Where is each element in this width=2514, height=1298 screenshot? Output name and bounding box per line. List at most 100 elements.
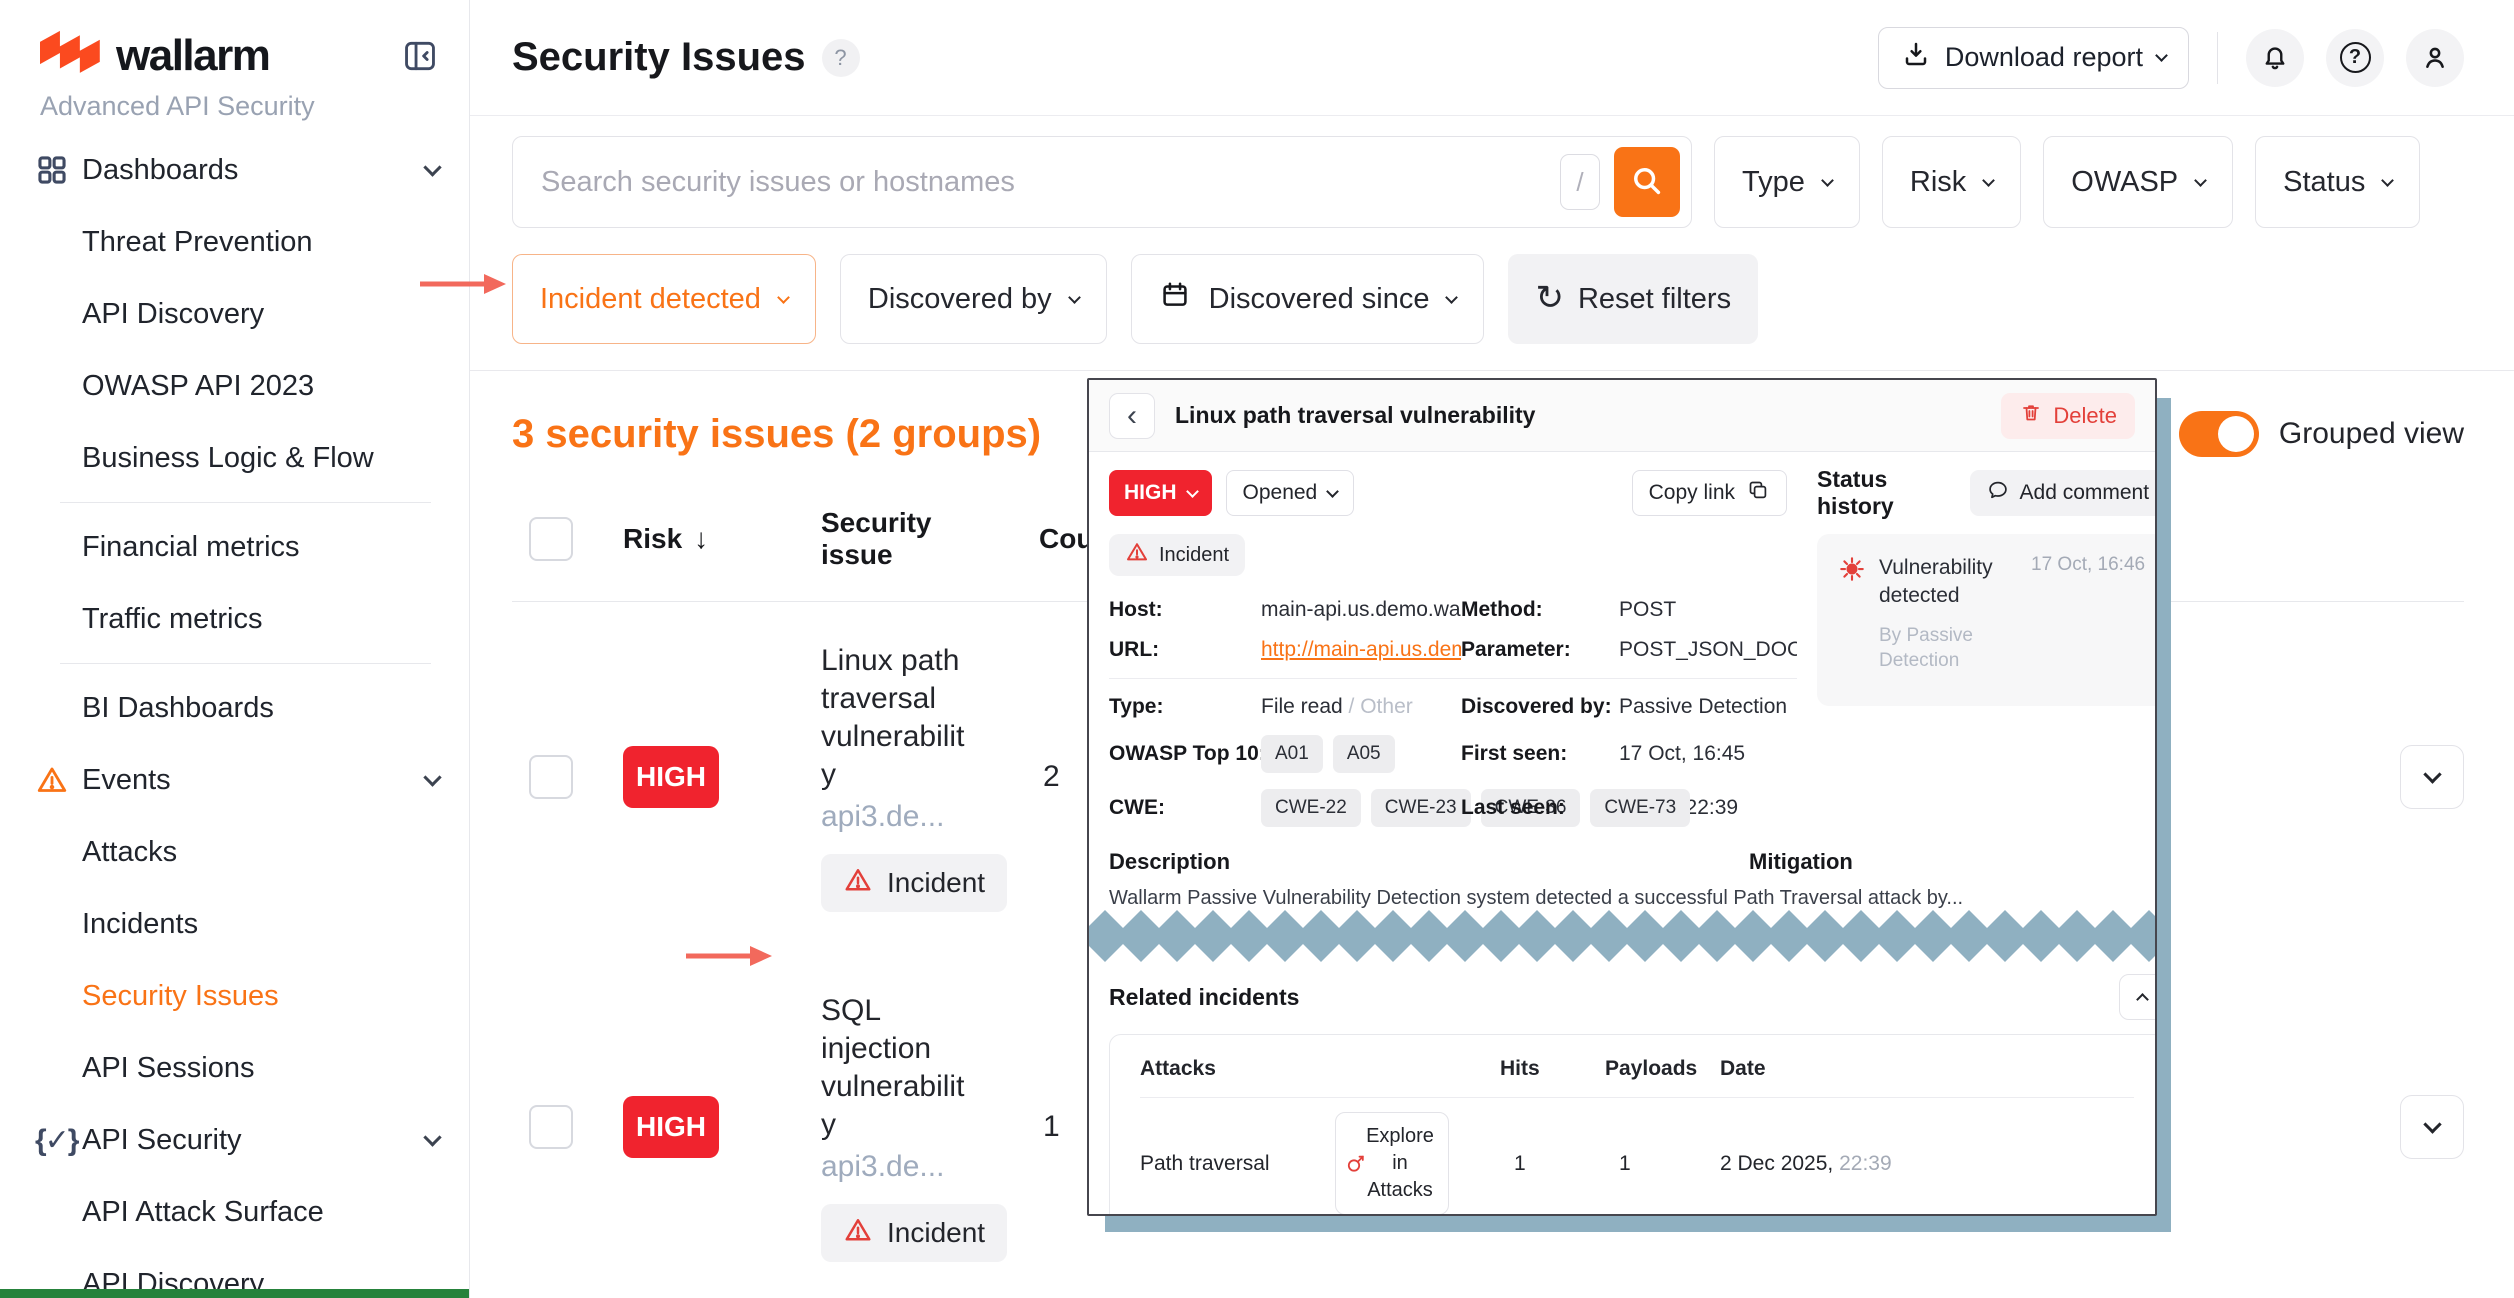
chevron-down-icon — [1326, 485, 1339, 498]
status-event-by: By Passive Detection — [1879, 623, 1999, 674]
add-comment-button[interactable]: Add comment — [1970, 470, 2157, 516]
incident-badge[interactable]: Incident — [821, 854, 1007, 912]
row-checkbox[interactable] — [529, 755, 573, 799]
related-incidents-header: Attacks Hits Payloads Date — [1140, 1057, 2134, 1098]
grouped-view-toggle[interactable] — [2179, 411, 2259, 457]
issue-host[interactable]: api3.de... — [821, 1150, 971, 1184]
title-help-icon[interactable]: ? — [822, 39, 860, 77]
field-parameter: POST_JSON_DOC_HAS... — [1619, 638, 1797, 662]
field-label: URL: — [1109, 638, 1261, 662]
sidebar-item-dashboards[interactable]: Dashboards — [0, 134, 469, 206]
column-header-risk[interactable]: Risk — [623, 523, 773, 555]
status-history-title: Status history — [1817, 466, 1970, 520]
question-mark-icon — [2340, 42, 2371, 73]
column-header-security-issue[interactable]: Security issue — [821, 507, 971, 571]
divider — [470, 370, 2514, 371]
chevron-down-icon — [423, 1128, 441, 1146]
reset-filters-button[interactable]: Reset filters — [1508, 254, 1758, 344]
filter-type-dropdown[interactable]: Type — [1714, 136, 1860, 228]
explore-in-attacks-button[interactable]: Explore in Attacks — [1335, 1112, 1449, 1215]
status-dropdown[interactable]: Opened — [1226, 470, 1355, 516]
sidebar-item-threat-prevention[interactable]: Threat Prevention — [0, 206, 469, 278]
wallarm-logo-icon — [40, 30, 102, 81]
owasp-pill[interactable]: A05 — [1333, 735, 1395, 773]
progress-bar — [0, 1289, 470, 1298]
filter-incident-detected-dropdown[interactable]: Incident detected — [512, 254, 816, 344]
torn-edge-decoration — [1087, 910, 2157, 962]
sidebar-item-api-attack-surface[interactable]: API Attack Surface — [0, 1176, 469, 1248]
sidebar-nav: Dashboards Threat Prevention API Discove… — [0, 134, 469, 1298]
sidebar-item-bi-dashboards[interactable]: BI Dashboards — [0, 672, 469, 744]
grouped-view-label: Grouped view — [2279, 417, 2464, 451]
sidebar-item-traffic-metrics[interactable]: Traffic metrics — [0, 583, 469, 655]
sidebar-item-owasp-api-2023[interactable]: OWASP API 2023 — [0, 350, 469, 422]
notifications-bell-icon[interactable] — [2246, 29, 2304, 87]
expand-row-button[interactable] — [2400, 745, 2464, 809]
row-checkbox[interactable] — [529, 1105, 573, 1149]
toggle-knob — [2218, 416, 2254, 452]
divider — [2217, 32, 2218, 84]
filter-risk-dropdown[interactable]: Risk — [1882, 136, 2021, 228]
detail-title: Linux path traversal vulnerability — [1175, 402, 1535, 429]
chevron-down-icon — [2194, 174, 2207, 187]
field-url-link[interactable]: http://main-api.us.demo... — [1261, 638, 1461, 661]
status-history-card: Vulnerability detected 17 Oct, 16:46 By … — [1817, 534, 2157, 706]
field-type-secondary: / Other — [1349, 695, 1413, 718]
warning-triangle-icon — [843, 865, 873, 902]
attack-type: Path traversal — [1140, 1152, 1335, 1176]
sidebar-item-events[interactable]: Events — [0, 744, 469, 816]
issue-title-link[interactable]: SQL injection vulnerability — [821, 992, 971, 1144]
sidebar-item-financial-metrics[interactable]: Financial metrics — [0, 511, 469, 583]
description-title: Description — [1109, 849, 1749, 875]
chevron-up-icon — [2136, 993, 2149, 1006]
trash-icon — [2019, 401, 2043, 431]
help-icon[interactable] — [2326, 29, 2384, 87]
filter-status-dropdown[interactable]: Status — [2255, 136, 2420, 228]
collapse-section-button[interactable] — [2119, 974, 2157, 1020]
issue-title-link[interactable]: Linux path traversal vulnerability — [821, 642, 971, 794]
cwe-pill[interactable]: CWE-22 — [1261, 789, 1361, 827]
search-input[interactable] — [541, 166, 1560, 199]
incident-badge[interactable]: Incident — [821, 1204, 1007, 1262]
risk-badge: HIGH — [623, 746, 719, 808]
field-label: Last seen: — [1461, 796, 1619, 820]
chevron-down-icon — [1068, 291, 1081, 304]
sidebar-item-api-sessions[interactable]: API Sessions — [0, 1032, 469, 1104]
expand-row-button[interactable] — [2400, 1095, 2464, 1159]
slash-shortcut-key: / — [1560, 154, 1600, 210]
sidebar-item-incidents[interactable]: Incidents — [0, 888, 469, 960]
sidebar-item-attacks[interactable]: Attacks — [0, 816, 469, 888]
search-button[interactable] — [1614, 147, 1680, 217]
field-label: Method: — [1461, 598, 1619, 622]
column-header-attacks: Attacks — [1140, 1057, 1335, 1081]
status-history-section: Status history Add comment Vulnerability… — [1817, 470, 2157, 827]
sidebar-item-api-discovery[interactable]: API Discovery — [0, 278, 469, 350]
sidebar-collapse-icon[interactable] — [401, 37, 439, 75]
download-report-button[interactable]: Download report — [1878, 27, 2189, 89]
severity-dropdown[interactable]: HIGH — [1109, 470, 1212, 516]
filter-discovered-by-dropdown[interactable]: Discovered by — [840, 254, 1107, 344]
sidebar: wallarm Advanced API Security Dashboards… — [0, 0, 470, 1298]
filter-discovered-since-dropdown[interactable]: Discovered since — [1131, 254, 1485, 344]
delete-button[interactable]: Delete — [2001, 393, 2135, 439]
sidebar-item-api-security[interactable]: API Security — [0, 1104, 469, 1176]
filter-owasp-dropdown[interactable]: OWASP — [2043, 136, 2233, 228]
owasp-pill[interactable]: A01 — [1261, 735, 1323, 773]
sidebar-header: wallarm Advanced API Security — [0, 0, 469, 132]
detail-lower-section: Description Mitigation Wallarm Passive V… — [1109, 827, 2157, 1216]
incident-badge: Incident — [1109, 534, 1245, 576]
page-header: Security Issues ? Download report — [470, 0, 2514, 116]
select-all-checkbox[interactable] — [529, 517, 573, 561]
owasp-pills: A01 A05 — [1261, 735, 1395, 773]
detail-panel: Linux path traversal vulnerability Delet… — [1087, 378, 2157, 1216]
sidebar-item-security-issues[interactable]: Security Issues — [0, 960, 469, 1032]
cwe-pill[interactable]: CWE-23 — [1371, 789, 1471, 827]
issue-host[interactable]: api3.de... — [821, 800, 971, 834]
back-button[interactable] — [1109, 393, 1155, 439]
sidebar-item-business-logic-flow[interactable]: Business Logic & Flow — [0, 422, 469, 494]
field-label: Discovered by: — [1461, 695, 1619, 719]
user-profile-icon[interactable] — [2406, 29, 2464, 87]
copy-link-button[interactable]: Copy link — [1632, 470, 1787, 516]
field-discovered-by: Passive Detection — [1619, 695, 1797, 719]
chevron-down-icon — [777, 291, 790, 304]
